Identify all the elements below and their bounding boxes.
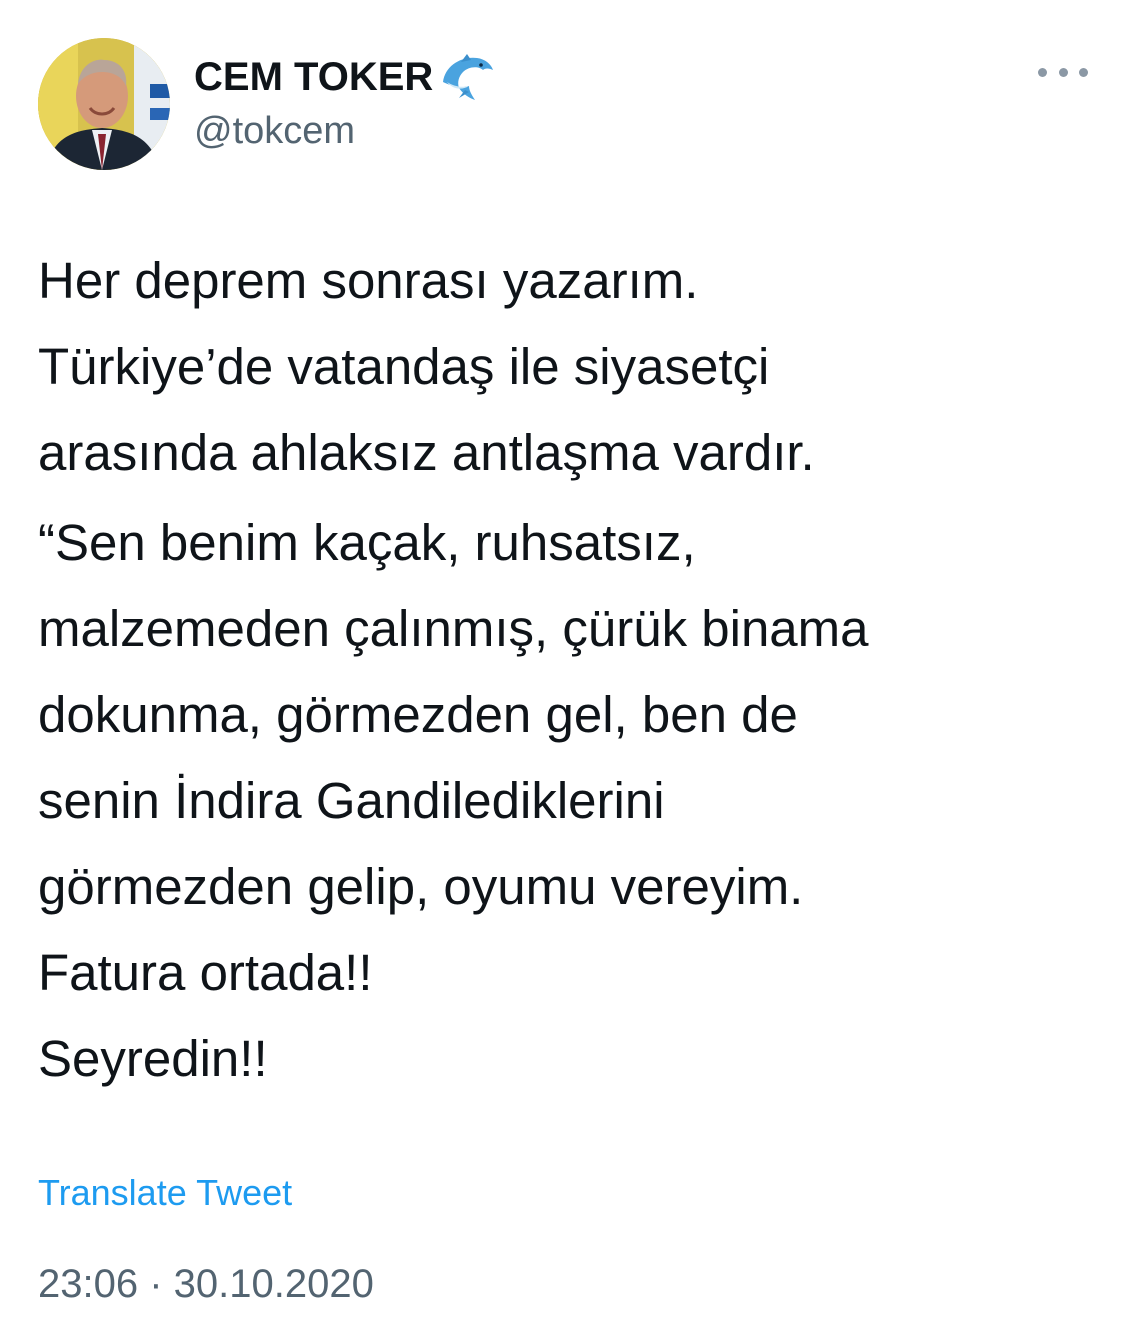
author-names: CEM TOKER @tokcem (194, 52, 495, 153)
tweet-header: CEM TOKER @tokcem (38, 38, 1088, 170)
handle[interactable]: @tokcem (194, 110, 495, 153)
dot (1058, 67, 1068, 77)
avatar-photo (38, 38, 170, 170)
dot (1038, 67, 1047, 77)
dolphin-icon (443, 54, 494, 100)
tweet-text: Her deprem sonrası yazarım. Türkiye’de v… (38, 238, 1088, 1102)
tweet-timestamp[interactable]: 23:06 · 30.10.2020 (38, 1262, 374, 1307)
tweet-paragraph-2: “Sen benim kaçak, ruhsatsız, malzemeden … (38, 514, 869, 1087)
display-name-row[interactable]: CEM TOKER (194, 52, 495, 102)
translate-tweet-link[interactable]: Translate Tweet (38, 1172, 292, 1214)
tweet-paragraph-1: Her deprem sonrası yazarım. Türkiye’de v… (38, 252, 815, 481)
display-name[interactable]: CEM TOKER (194, 55, 433, 100)
avatar[interactable] (38, 38, 170, 170)
dot (1079, 67, 1088, 77)
more-options-icon[interactable] (1038, 60, 1088, 84)
